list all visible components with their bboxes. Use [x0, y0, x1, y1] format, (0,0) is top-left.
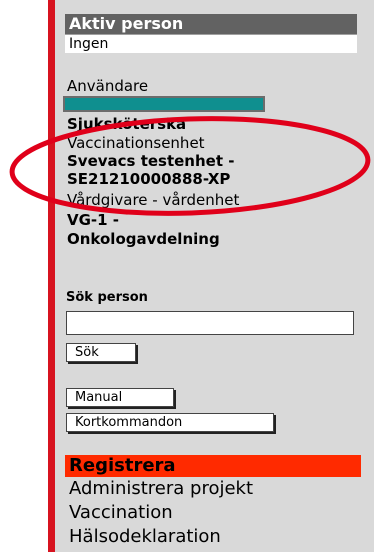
left-margin — [0, 0, 48, 552]
active-person-heading: Aktiv person — [65, 14, 357, 34]
sidebar-panel: Aktiv person Ingen Användare Sjuksköters… — [55, 0, 374, 552]
vaccination-unit-label: Vaccinationsenhet — [67, 134, 205, 152]
active-person-value: Ingen — [65, 34, 357, 53]
manual-button[interactable]: Manual — [66, 388, 174, 407]
user-label: Användare — [67, 77, 149, 95]
user-role: Sjuksköterska — [67, 115, 187, 133]
caregiver-unit-value-line2: Onkologavdelning — [67, 230, 220, 248]
search-label: Sök person — [66, 290, 148, 305]
left-red-border — [48, 0, 55, 552]
search-button[interactable]: Sök — [66, 343, 136, 362]
caregiver-unit-label: Vårdgivare - vårdenhet — [67, 191, 240, 209]
active-person-box: Aktiv person Ingen — [65, 14, 357, 53]
menu-item-administrera-projekt[interactable]: Administrera projekt — [65, 477, 361, 501]
search-input[interactable] — [66, 311, 354, 335]
shortcuts-button[interactable]: Kortkommandon — [66, 413, 274, 432]
vaccination-unit-value-line1: Svevacs testenhet - — [67, 152, 235, 170]
menu-item-halsodeklaration[interactable]: Hälsodeklaration — [65, 525, 361, 549]
register-heading: Registrera — [65, 455, 361, 477]
register-menu: Registrera Administrera projekt Vaccinat… — [65, 455, 361, 549]
menu-item-vaccination[interactable]: Vaccination — [65, 501, 361, 525]
caregiver-unit-value-line1: VG-1 - — [67, 211, 120, 229]
user-name-field — [63, 96, 265, 112]
vaccination-unit-value-line2: SE21210000888-XP — [67, 170, 231, 188]
